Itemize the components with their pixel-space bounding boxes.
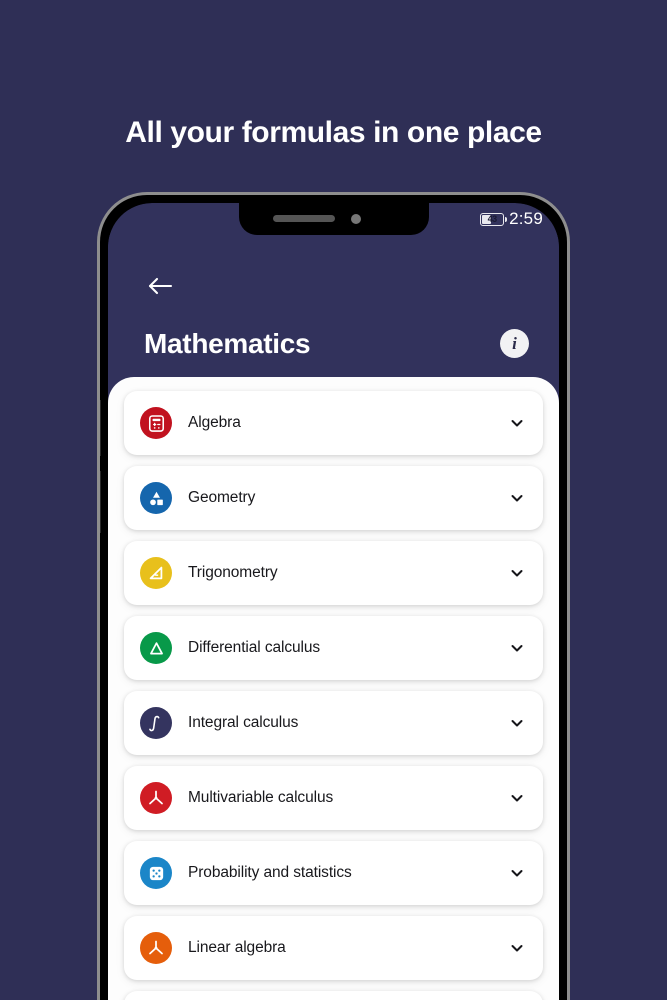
info-icon[interactable]: i: [500, 329, 529, 358]
phone-notch: [238, 203, 429, 235]
topic-label: Multivariable calculus: [188, 789, 334, 806]
topic-row-algebra[interactable]: Algebra: [124, 391, 543, 455]
arrow-left-icon[interactable]: [146, 273, 176, 299]
volume-up-button[interactable]: [100, 400, 101, 456]
chevron-down-icon[interactable]: [509, 640, 525, 656]
page-title: All your formulas in one place: [125, 116, 542, 149]
topic-list-sheet: Algebra Geometry Trigonometry Differenti…: [108, 377, 559, 1000]
dice-icon: [140, 857, 172, 889]
phone-screen: 43 2:59 Mathematics i Algebra Geometry T…: [108, 203, 559, 1000]
screen-title: Mathematics: [144, 328, 311, 359]
topic-label: Probability and statistics: [188, 864, 352, 881]
axes-3d-icon: [140, 782, 172, 814]
battery-icon: 43: [480, 212, 508, 226]
topic-label: Differential calculus: [188, 639, 321, 656]
phone-mockup: 43 2:59 Mathematics i Algebra Geometry T…: [97, 192, 570, 1000]
topic-row-linear-algebra[interactable]: Linear algebra: [124, 916, 543, 980]
chevron-down-icon[interactable]: [509, 940, 525, 956]
vector-axes-icon: [140, 932, 172, 964]
set-square-icon: [140, 557, 172, 589]
calculator-icon: [140, 407, 172, 439]
topic-row-trigonometry[interactable]: Trigonometry: [124, 541, 543, 605]
delta-triangle-icon: [140, 632, 172, 664]
chevron-down-icon[interactable]: [509, 865, 525, 881]
info-icon-label: i: [512, 334, 517, 353]
phone-bezel: 43 2:59 Mathematics i Algebra Geometry T…: [108, 203, 559, 1000]
topic-row-integral-calculus[interactable]: Integral calculus: [124, 691, 543, 755]
topic-row-differential-calculus[interactable]: Differential calculus: [124, 616, 543, 680]
topic-label: Integral calculus: [188, 714, 299, 731]
topic-label: Trigonometry: [188, 564, 278, 581]
status-clock: 2:59: [509, 209, 543, 228]
topic-label: Geometry: [188, 489, 256, 506]
earpiece-speaker: [272, 215, 335, 222]
topic-label: Algebra: [188, 414, 241, 431]
topic-row-geometry[interactable]: Geometry: [124, 466, 543, 530]
shapes-icon: [140, 482, 172, 514]
integral-icon: [140, 707, 172, 739]
battery-level: 43: [487, 213, 498, 224]
chevron-down-icon[interactable]: [509, 790, 525, 806]
volume-down-button[interactable]: [100, 471, 101, 533]
topic-row-probability-and-statistics[interactable]: Probability and statistics: [124, 841, 543, 905]
topic-row-partial[interactable]: [124, 991, 543, 1000]
chevron-down-icon[interactable]: [509, 565, 525, 581]
chevron-down-icon[interactable]: [509, 490, 525, 506]
status-bar: 43 2:59: [480, 203, 559, 235]
topic-row-multivariable-calculus[interactable]: Multivariable calculus: [124, 766, 543, 830]
front-camera: [350, 214, 361, 224]
chevron-down-icon[interactable]: [509, 415, 525, 431]
chevron-down-icon[interactable]: [509, 715, 525, 731]
app-header: Mathematics i: [108, 235, 559, 377]
topic-label: Linear algebra: [188, 939, 286, 956]
